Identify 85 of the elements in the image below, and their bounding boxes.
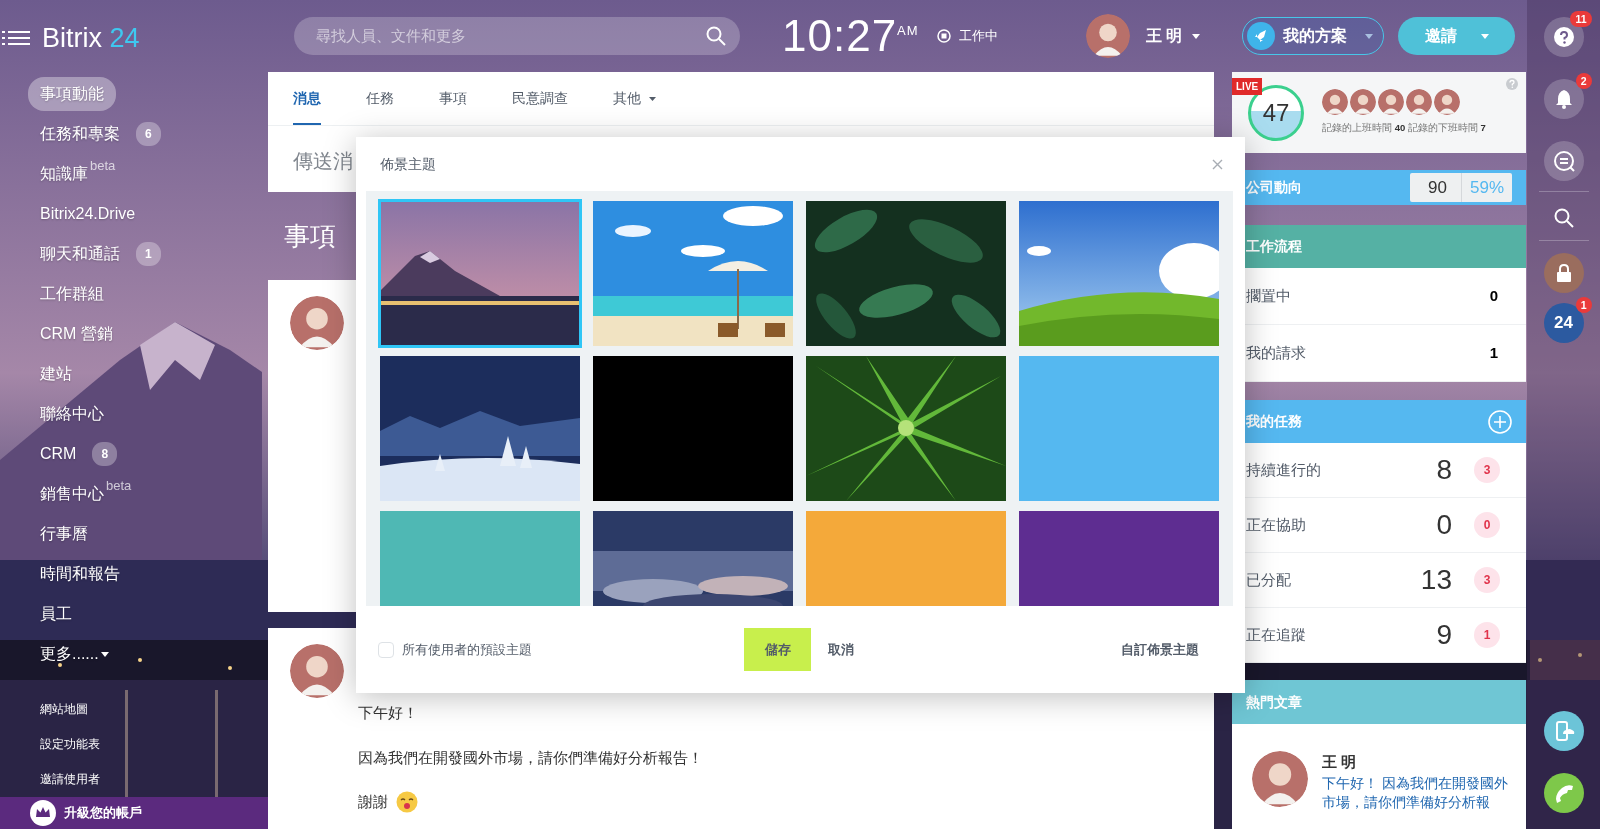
stop-icon[interactable] — [936, 29, 951, 43]
help-icon — [1553, 27, 1574, 47]
search-icon[interactable] — [1553, 208, 1574, 228]
article-link[interactable]: 下午好！ 因為我們在開發國外市場，請你們準備好分析報 — [1322, 773, 1512, 812]
caret-icon — [1192, 33, 1200, 39]
page-title: 事項 — [284, 220, 336, 253]
chat-button[interactable] — [1543, 141, 1584, 181]
task-count: 8 — [1435, 453, 1452, 487]
bell-icon — [1554, 89, 1573, 109]
sidebar-item[interactable]: 工作群組 — [28, 277, 116, 311]
footer-link[interactable]: 邀請使用者 — [0, 762, 268, 797]
logo[interactable]: Bitrix 24 — [42, 17, 140, 59]
beta-label: beta — [90, 157, 116, 176]
footer-link[interactable]: 網站地圖 — [0, 692, 268, 727]
panel-title: 我的任務 — [1246, 412, 1302, 431]
notification-badge: 11 — [1570, 11, 1592, 27]
theme-swatch[interactable] — [1019, 356, 1219, 501]
task-count: 9 — [1435, 618, 1452, 652]
checkbox-label: 所有使用者的預設主題 — [402, 640, 532, 659]
counter-badge: 0 — [1474, 512, 1500, 538]
work-status[interactable]: 工作中 — [958, 26, 998, 46]
avatar — [1350, 89, 1376, 116]
checkbox[interactable] — [378, 641, 394, 658]
caret-icon — [1480, 33, 1489, 39]
tab[interactable]: 消息 — [293, 72, 321, 126]
post-text: 謝謝 — [358, 792, 388, 812]
chat-icon — [1552, 150, 1575, 172]
caret-icon — [1365, 33, 1373, 39]
live-badge: LIVE — [1232, 78, 1263, 95]
pulse-percent: 59% — [1468, 176, 1505, 199]
tab[interactable]: 民意調查 — [512, 72, 568, 126]
clock: 10:27$^{AM}$ — [782, 14, 919, 58]
tab[interactable]: 其他 — [613, 72, 656, 126]
plan-button[interactable]: 我的方案 — [1242, 17, 1384, 55]
counter-badge: 6 — [136, 122, 161, 146]
counter-badge: 3 — [1474, 567, 1500, 593]
attendance-text: 記錄的上班時間 40 記錄的下班時間 7 — [1322, 121, 1486, 136]
beta-label: beta — [106, 477, 132, 496]
help-icon — [1506, 78, 1518, 90]
rocket-icon — [1247, 22, 1275, 50]
smiley-icon — [396, 791, 418, 814]
search-icon — [706, 26, 726, 46]
sidebar-item[interactable]: 聯絡中心 — [28, 397, 116, 431]
avatar — [290, 644, 344, 698]
sidebar-item[interactable]: 行事曆 — [28, 517, 100, 551]
save-button[interactable]: 儲存 — [744, 628, 811, 671]
sidebar-item[interactable]: CRM — [28, 437, 89, 471]
sidebar-item[interactable]: 時間和報告 — [28, 557, 132, 591]
sidebar-item[interactable]: 知識庫 — [28, 157, 90, 191]
custom-theme-button[interactable]: 自訂佈景主題 — [1120, 638, 1200, 661]
dialog-title: 佈景主題 — [380, 154, 436, 174]
post-text: 下午好！ — [358, 703, 418, 723]
author-name: 王 明 — [1322, 752, 1358, 772]
tab[interactable]: 任務 — [366, 72, 394, 126]
sidebar-item[interactable]: Bitrix24.Drive — [28, 197, 148, 231]
sidebar-item[interactable]: 聊天和通話 — [28, 237, 132, 271]
task-count: 13 — [1419, 563, 1452, 597]
user-name[interactable]: 王 明 — [1145, 24, 1182, 48]
crown-icon — [30, 800, 56, 826]
counter-badge: 1 — [136, 242, 161, 266]
lock-icon — [1555, 263, 1572, 283]
avatar — [1085, 14, 1130, 58]
pulse-value: 90 — [1410, 172, 1462, 203]
menu-icon[interactable] — [2, 29, 32, 47]
cancel-button[interactable]: 取消 — [815, 632, 867, 667]
sidebar-item[interactable]: 任務和專案 — [28, 117, 132, 151]
tab[interactable]: 事項 — [439, 72, 467, 126]
counter-badge: 1 — [1474, 622, 1500, 648]
post-text: 因為我們在開發國外市場，請你們準備好分析報告！ — [358, 747, 703, 768]
task-count: 0 — [1435, 508, 1452, 542]
avatar — [1406, 89, 1432, 116]
avatar — [1434, 89, 1460, 116]
counter-badge: 3 — [1474, 457, 1500, 483]
sidebar-item[interactable]: 更多...... — [28, 637, 101, 671]
panel-header: 熱門文章 — [1232, 680, 1526, 724]
footer-link[interactable]: 設定功能表 — [0, 727, 268, 762]
counter-badge: 8 — [92, 442, 118, 466]
sidebar-item[interactable]: 銷售中心 — [28, 477, 106, 511]
avatar — [290, 296, 344, 350]
theme-swatch[interactable] — [593, 356, 793, 501]
avatar — [1252, 751, 1308, 807]
upgrade-bar[interactable]: 升級您的帳戶 — [0, 797, 268, 829]
avatar — [1322, 89, 1348, 116]
avatar — [1378, 89, 1404, 116]
sidebar-item[interactable]: 員工 — [28, 597, 84, 631]
